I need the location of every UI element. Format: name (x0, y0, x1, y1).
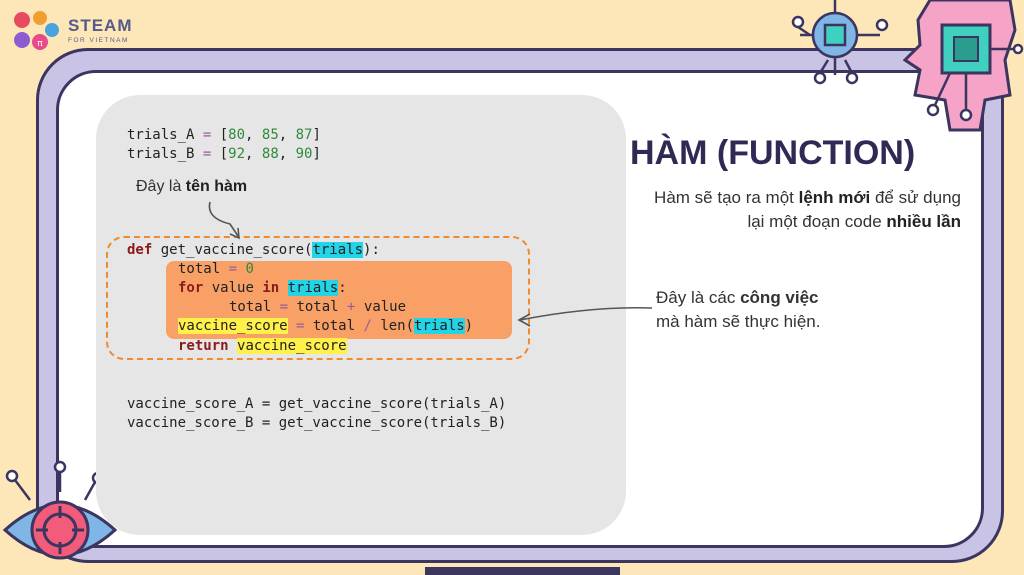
svg-text:π: π (37, 39, 43, 49)
steam-logo-icon: π (14, 11, 59, 50)
bottom-bar (425, 567, 620, 575)
function-body-arrow (517, 306, 653, 327)
slide-title: HÀM (FUNCTION) (630, 134, 916, 172)
slide-description: Hàm sẽ tạo ra một lệnh mới để sử dụng lạ… (654, 188, 961, 231)
brand-tagline: FOR VIETNAM (68, 37, 129, 44)
code-line-trials-b: trials_B = [92, 88, 90] (127, 146, 321, 162)
code-line-call-a: vaccine_score_A = get_vaccine_score(tria… (127, 396, 507, 412)
chip-circuit-icon (791, 0, 889, 85)
ai-head-icon (902, 0, 1024, 132)
code-line-trials-a: trials_A = [80, 85, 87] (127, 127, 321, 143)
code-line-accumulate: total = total + value (229, 299, 407, 315)
function-name-label: Đây là tên hàm (136, 178, 248, 195)
code-line-call-b: vaccine_score_B = get_vaccine_score(tria… (127, 415, 507, 431)
code-line-def: def get_vaccine_score(trials): (127, 242, 380, 258)
function-name-arrow (208, 201, 240, 240)
brand-name: STEAM (68, 16, 133, 35)
code-line-total-init: total = 0 (178, 261, 254, 277)
function-body-label: Đây là các công việc mà hàm sẽ thực hiện. (656, 288, 821, 331)
code-line-for: for value in trials: (178, 280, 347, 296)
code-line-return: return vaccine_score (178, 338, 347, 354)
code-line-score: vaccine_score = total / len(trials) (178, 318, 474, 334)
